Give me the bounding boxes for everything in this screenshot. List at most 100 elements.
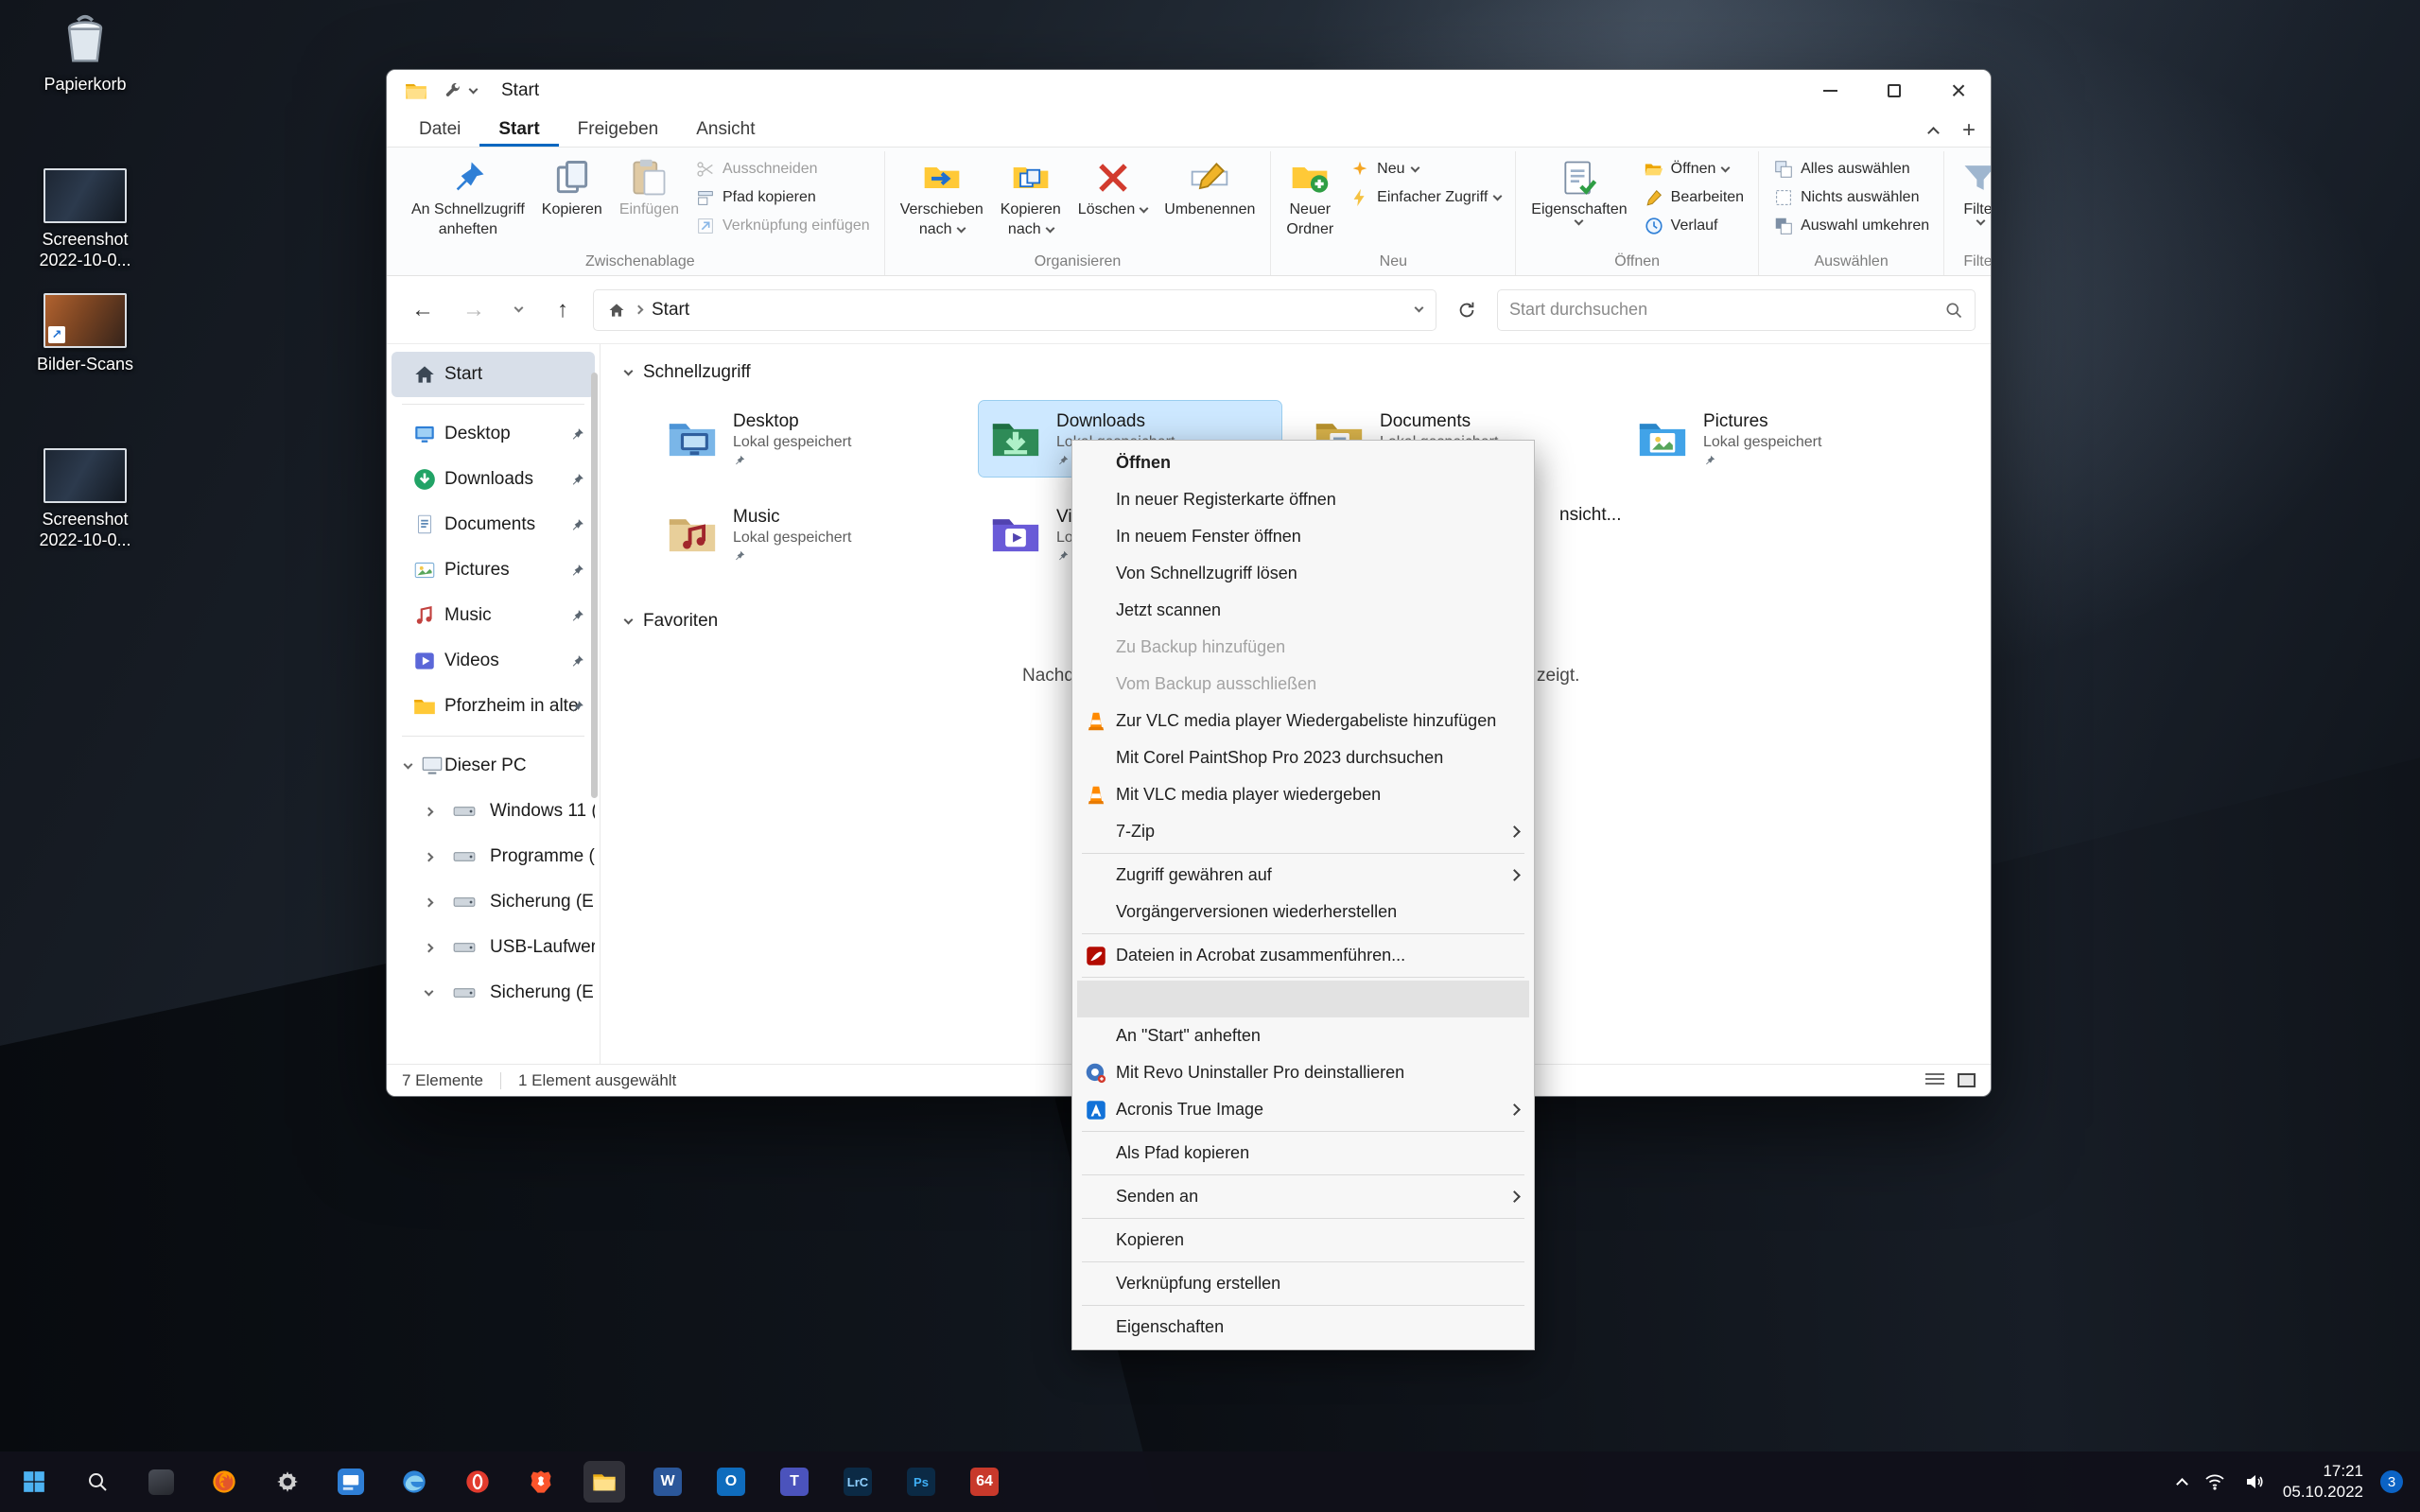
tab-freigeben[interactable]: Freigeben [559, 113, 678, 147]
copy-button[interactable]: Kopieren [535, 153, 609, 222]
volume-icon[interactable] [2243, 1470, 2266, 1493]
wrench-icon[interactable] [444, 81, 462, 100]
context-menu-item-acronis[interactable]: Acronis True Image [1072, 1091, 1534, 1128]
taskbar-edge-button[interactable] [393, 1461, 435, 1503]
sidebar-item-downloads[interactable]: Downloads [392, 457, 595, 502]
maximize-button[interactable] [1862, 70, 1926, 112]
easy-access-button[interactable]: Einfacher Zugriff [1344, 183, 1506, 212]
taskbar-aida64-button[interactable]: 64 [964, 1461, 1005, 1503]
large-icons-view-icon[interactable] [1958, 1073, 1976, 1087]
minimize-button[interactable] [1798, 70, 1862, 112]
context-menu-item-vlc-play[interactable]: Mit VLC media player wiedergeben [1072, 776, 1534, 813]
sidebar-item-music[interactable]: Music [392, 593, 595, 638]
invert-selection-button[interactable]: Auswahl umkehren [1767, 212, 1935, 240]
rename-button[interactable]: Umbenennen [1158, 153, 1262, 222]
context-menu-item-pin-to-start[interactable]: An "Start" anheften [1072, 1017, 1534, 1054]
context-menu-item-unpin-quick-access[interactable]: Von Schnellzugriff lösen [1072, 555, 1534, 592]
tile-desktop[interactable]: Desktop Lokal gespeichert [655, 401, 958, 477]
breadcrumb-segment[interactable]: Start [652, 300, 689, 321]
context-menu-item-7zip[interactable]: 7-Zip [1072, 813, 1534, 850]
taskbar-opera-button[interactable] [457, 1461, 498, 1503]
sidebar-item-this-pc[interactable]: Dieser PC [392, 743, 595, 789]
taskbar-blue-app-button[interactable] [330, 1461, 372, 1503]
desktop-icon-bilder-scans[interactable]: ↗ Bilder-Scans [23, 293, 148, 375]
chevron-down-icon[interactable] [425, 986, 434, 996]
context-menu-item-send-to[interactable]: Senden an [1072, 1178, 1534, 1215]
search-input[interactable] [1509, 300, 1937, 320]
taskbar-firefox-button[interactable] [203, 1461, 245, 1503]
context-menu-item-corel-browse[interactable]: Mit Corel PaintShop Pro 2023 durchsuchen [1072, 739, 1534, 776]
filter-button[interactable]: Filter [1953, 153, 1991, 228]
properties-button[interactable]: Eigenschaften [1524, 153, 1633, 228]
taskbar-settings-button[interactable] [267, 1461, 308, 1503]
tile-music[interactable]: Music Lokal gespeichert [655, 496, 958, 572]
wifi-icon[interactable] [2203, 1470, 2226, 1493]
hidden-icons-chevron-icon[interactable] [2176, 1478, 2188, 1490]
close-button[interactable]: × [1926, 70, 1991, 112]
edit-button[interactable]: Bearbeiten [1638, 183, 1750, 212]
clock[interactable]: 17:21 05.10.2022 [2283, 1461, 2363, 1503]
new-folder-button[interactable]: Neuer Ordner [1280, 153, 1340, 243]
context-menu-item-give-access[interactable]: Zugriff gewähren auf [1072, 857, 1534, 894]
chevron-down-icon[interactable] [469, 84, 479, 94]
breadcrumb[interactable]: Start [593, 289, 1436, 331]
context-menu-item-copy-as-path[interactable]: Als Pfad kopieren [1072, 1135, 1534, 1172]
new-item-button[interactable]: Neu [1344, 155, 1506, 183]
chevron-right-icon[interactable] [425, 852, 434, 861]
delete-button[interactable]: Löschen [1071, 153, 1155, 222]
tab-datei[interactable]: Datei [400, 113, 479, 147]
sidebar-scrollbar[interactable] [591, 373, 598, 798]
copy-path-button[interactable]: Pfad kopieren [689, 183, 876, 212]
chevron-right-icon[interactable] [425, 807, 434, 816]
sidebar-item-desktop[interactable]: Desktop [392, 411, 595, 457]
taskbar-outlook-button[interactable]: O [710, 1461, 752, 1503]
taskbar-search-button[interactable] [77, 1461, 118, 1503]
context-menu-item-properties[interactable]: Eigenschaften [1072, 1309, 1534, 1346]
sidebar-item-documents[interactable]: Documents [392, 502, 595, 547]
favorites-section-header[interactable]: Favoriten [625, 611, 718, 632]
tile-pictures[interactable]: Pictures Lokal gespeichert [1626, 401, 1928, 477]
taskbar-word-button[interactable]: W [647, 1461, 688, 1503]
taskbar-teams-button[interactable]: T [774, 1461, 815, 1503]
quick-access-section-header[interactable]: Schnellzugriff [625, 362, 751, 383]
context-menu-item-vlc-add-playlist[interactable]: Zur VLC media player Wiedergabeliste hin… [1072, 703, 1534, 739]
sidebar-item-drive-e2[interactable]: Sicherung (E:) [392, 970, 595, 1016]
back-button[interactable]: ← [402, 289, 444, 331]
up-button[interactable]: ↑ [542, 289, 583, 331]
paste-button[interactable]: Einfügen [613, 153, 686, 222]
plus-icon[interactable]: + [1962, 119, 1976, 142]
forward-button[interactable]: → [453, 289, 495, 331]
context-menu-item-scan-now[interactable]: Jetzt scannen [1072, 592, 1534, 629]
context-menu-item-acrobat-combine[interactable]: Dateien in Acrobat zusammenführen... [1072, 937, 1534, 974]
pin-to-quick-access-button[interactable]: An Schnellzugriff anheften [405, 153, 531, 243]
taskbar-dark-app-button[interactable] [140, 1461, 182, 1503]
taskbar-photoshop-button[interactable]: Ps [900, 1461, 942, 1503]
sidebar-item-usb-drive[interactable]: USB-Laufwerk [392, 925, 595, 970]
start-button[interactable] [13, 1461, 55, 1503]
cut-button[interactable]: Ausschneiden [689, 155, 876, 183]
search-box[interactable] [1497, 289, 1976, 331]
ribbon-collapse-icon[interactable] [1927, 127, 1940, 139]
context-menu-item-open-new-tab[interactable]: In neuer Registerkarte öffnen [1072, 481, 1534, 518]
context-menu-item-open[interactable]: Öffnen [1072, 444, 1534, 481]
chevron-right-icon[interactable] [425, 943, 434, 952]
history-button[interactable]: Verlauf [1638, 212, 1750, 240]
refresh-button[interactable] [1446, 289, 1488, 331]
sidebar-item-drive-d[interactable]: Programme (D:) [392, 834, 595, 879]
select-none-button[interactable]: Nichts auswählen [1767, 183, 1935, 212]
tab-start[interactable]: Start [479, 113, 558, 147]
open-button[interactable]: Öffnen [1638, 155, 1750, 183]
title-bar[interactable]: Start × [387, 70, 1991, 112]
context-menu-item-create-shortcut[interactable]: Verknüpfung erstellen [1072, 1265, 1534, 1302]
sidebar-item-start[interactable]: Start [392, 352, 595, 397]
copy-to-button[interactable]: Kopieren nach [994, 153, 1068, 243]
context-menu-item-revo-uninstall[interactable]: Mit Revo Uninstaller Pro deinstallieren [1072, 1054, 1534, 1091]
sidebar-item-drive-e[interactable]: Sicherung (E:) [392, 879, 595, 925]
desktop-icon-recycle-bin[interactable]: Papierkorb [23, 9, 148, 96]
context-menu-item-blank[interactable] [1077, 981, 1529, 1017]
sidebar-item-videos[interactable]: Videos [392, 638, 595, 684]
context-menu-item-copy[interactable]: Kopieren [1072, 1222, 1534, 1259]
sidebar-item-drive-c[interactable]: Windows 11 (C:) [392, 789, 595, 834]
desktop-icon-screenshot-1[interactable]: Screenshot2022-10-0... [23, 168, 148, 270]
search-icon[interactable] [1944, 301, 1963, 320]
